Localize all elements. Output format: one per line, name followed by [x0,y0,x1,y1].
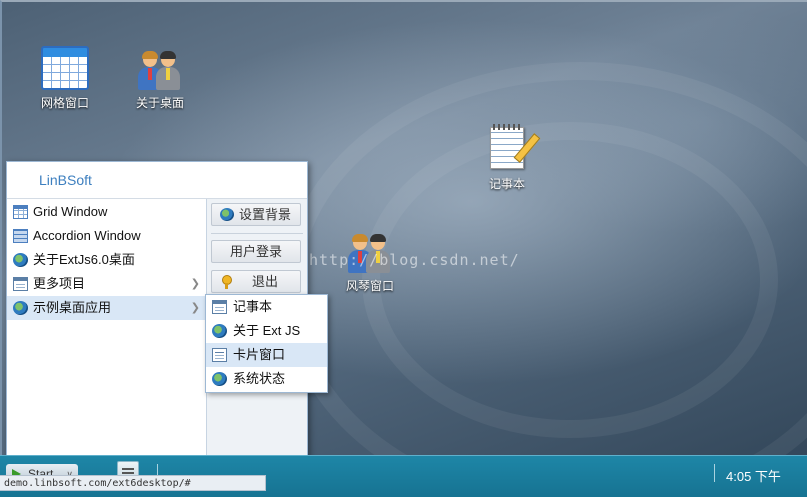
menu-item-label: 卡片窗口 [233,347,286,362]
menu-item-label: 记事本 [233,299,273,314]
desktop-icon-notepad[interactable]: 记事本 [467,124,547,192]
desktop-icon-label: 关于桌面 [135,96,184,110]
gear-icon [220,208,234,221]
submenu-item-about-extjs[interactable]: 关于 Ext JS [206,319,327,343]
watermark: http://blog.csdn.net/ [309,251,520,269]
gear-icon [212,324,227,338]
desktop-icon-label: 网格窗口 [40,96,89,110]
gear-icon [13,301,28,315]
menu-item-accordion-window[interactable]: Accordion Window [7,224,206,248]
menu-item-grid-window[interactable]: Grid Window [7,200,206,224]
logout-button[interactable]: 退出 [211,270,301,293]
menu-item-label: Grid Window [33,204,108,219]
desktop-icon-about[interactable]: 关于桌面 [120,46,200,111]
gear-icon [13,253,28,267]
accordion-icon [13,229,28,243]
submenu-item-card-window[interactable]: 卡片窗口 [206,343,327,367]
users-icon [136,46,184,90]
menu-item-label: Accordion Window [33,228,141,243]
menu-item-label: 示例桌面应用 [33,300,112,315]
menu-item-label: 关于ExtJs6.0桌面 [33,252,135,267]
desktop-icon-grid-window[interactable]: 网格窗口 [25,46,105,111]
window-icon [13,277,28,291]
submenu-item-system-status[interactable]: 系统状态 [206,367,327,391]
login-button[interactable]: 用户登录 [211,240,301,263]
grid-icon [13,205,28,219]
key-icon [220,275,234,289]
button-label: 设置背景 [238,207,291,222]
menu-item-sample-apps[interactable]: 示例桌面应用 ❯ [7,296,206,320]
grid-icon [41,46,89,90]
start-menu-title: LinBSoft [7,162,307,199]
sample-apps-submenu: 记事本 关于 Ext JS 卡片窗口 系统状态 [205,294,328,393]
desktop-icon-label: 记事本 [488,177,525,191]
wallpaper-swirl [362,122,778,438]
card-icon [212,348,227,362]
chevron-right-icon: ❯ [190,302,200,314]
menu-item-label: 系统状态 [233,371,286,386]
gear-icon [212,372,227,386]
submenu-item-notepad[interactable]: 记事本 [206,295,327,319]
notepad-icon [483,124,541,171]
button-label: 退出 [251,274,278,289]
menu-item-label: 关于 Ext JS [233,323,301,338]
menu-item-about-extjs[interactable]: 关于ExtJs6.0桌面 [7,248,206,272]
settings-background-button[interactable]: 设置背景 [211,203,301,226]
tools-separator [211,233,303,234]
chevron-right-icon: ❯ [190,278,200,290]
taskbar-divider [714,464,715,482]
browser-status-url: demo.linbsoft.com/ext6desktop/# [0,475,266,491]
menu-item-more-projects[interactable]: 更多项目 ❯ [7,272,206,296]
window-icon [212,300,227,314]
desktop-icon-label: 风琴窗口 [345,279,394,293]
menu-item-label: 更多项目 [33,276,86,291]
button-label: 用户登录 [229,244,282,259]
start-menu-items: Grid Window Accordion Window 关于ExtJs6.0桌… [7,199,207,462]
taskbar-clock: 4:05 下午 [726,469,781,484]
